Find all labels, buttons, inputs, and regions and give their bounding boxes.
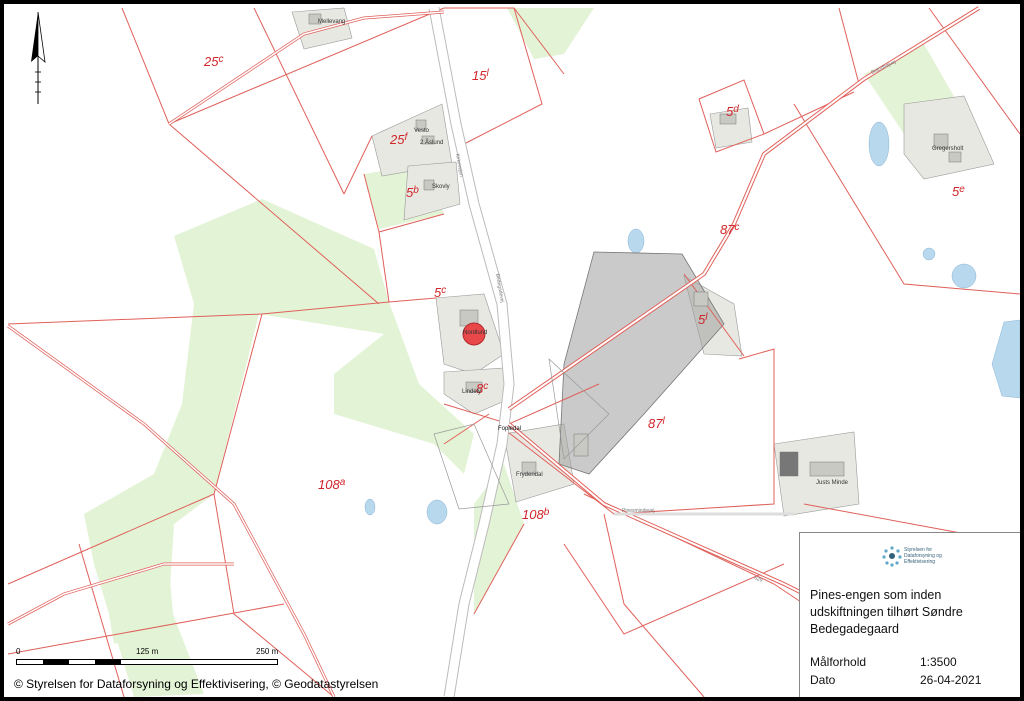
water-6	[364, 498, 376, 516]
road-label-629: 629	[753, 575, 763, 584]
water-lake-east	[991, 319, 1020, 399]
place-label-aaslund: 2 Åslund	[420, 139, 443, 146]
parcel-label-108b: 108b	[522, 507, 550, 522]
legend-date-value: 26-04-2021	[920, 673, 982, 687]
parcel-label-25c: 25c	[203, 54, 223, 69]
parcel-label-5e: 5e	[952, 184, 965, 199]
map-frame: 25c 15l 25f 5b 5d 5e 87c 5c 5l 8c 87l 108a 108b Mell…	[4, 4, 1020, 697]
agency-logo: Styrelsen for Dataforsyning og Effektivi…	[882, 545, 962, 573]
place-label-vesto: Vesto	[414, 128, 430, 134]
scale-tick-125: 125 m	[136, 647, 159, 656]
water-4	[627, 228, 645, 254]
legend-date-label: Dato	[810, 673, 836, 687]
place-label-fopledal: Fopledal	[498, 426, 521, 432]
scale-tick-0: 0	[16, 647, 21, 656]
parcel-label-87c: 87c	[720, 222, 739, 237]
logo-text: Styrelsen for Dataforsyning og Effektivi…	[904, 547, 942, 565]
legend-scale-label: Målforhold	[810, 655, 867, 669]
scale-bar-graphic	[16, 659, 278, 665]
parcel-label-15l: 15l	[472, 68, 489, 83]
road-label-pinesmindevej: Pinesmindevej	[622, 508, 655, 514]
place-label-justs-minde: Justs Minde	[816, 480, 849, 486]
place-label-skovly: Skovly	[432, 184, 450, 190]
scale-tick-250: 250 m	[256, 647, 279, 656]
place-label-mellevang: Mellevang	[318, 19, 345, 25]
parcel-label-108a: 108a	[318, 477, 346, 492]
scale-bar: 0 125 m 250 m	[16, 647, 281, 669]
legend-box: Styrelsen for Dataforsyning og Effektivi…	[799, 532, 1020, 697]
building-area-gregersholt	[903, 95, 995, 180]
legend-title: Pines-engen som inden udskiftningen tilh…	[810, 588, 963, 636]
water-3	[922, 247, 936, 261]
water-1	[868, 121, 890, 167]
place-label-fryderidal: Fryderidal	[516, 472, 543, 478]
place-label-lindely: Lindely	[462, 389, 481, 395]
place-label-nordlund: Nordlund	[463, 330, 487, 336]
water-5	[426, 499, 448, 525]
north-arrow-icon	[31, 12, 46, 104]
water-2	[951, 263, 977, 289]
legend-scale-value: 1:3500	[920, 655, 957, 669]
logo-icon	[882, 546, 902, 567]
parcel-label-87l: 87l	[648, 416, 665, 431]
copyright-text: © Styrelsen for Dataforsyning og Effekti…	[14, 677, 379, 691]
place-label-gregersholt: Gregersholt	[932, 146, 964, 152]
green-area-sw	[94, 514, 174, 644]
